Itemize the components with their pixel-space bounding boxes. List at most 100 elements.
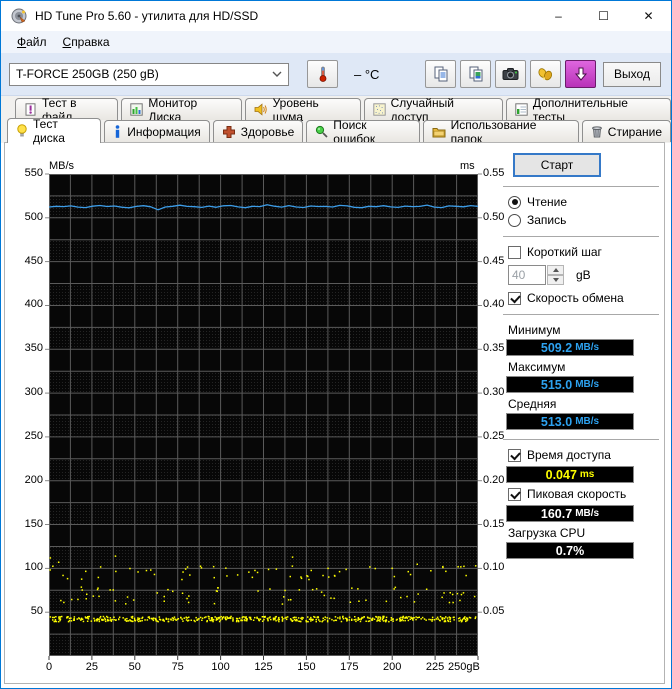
temperature-unit: °C <box>365 67 380 82</box>
trash-icon <box>591 125 603 138</box>
burst-rate-unit: MB/s <box>575 508 599 519</box>
drive-select-value: T-FORCE 250GB (250 gB) <box>16 67 159 81</box>
speaker-icon <box>254 103 268 116</box>
stepper-down-button[interactable] <box>547 275 564 285</box>
temperature-value: – <box>354 67 361 82</box>
menu-bar: Файл Справка <box>1 31 671 53</box>
read-mode-radio[interactable]: Чтение <box>508 195 661 209</box>
disk-monitor-icon <box>130 103 143 116</box>
arrow-down-icon <box>553 278 559 282</box>
close-button[interactable]: ✕ <box>626 1 671 31</box>
copy-text-icon <box>433 66 449 82</box>
arrow-up-icon <box>553 268 559 272</box>
health-cross-icon <box>222 125 236 139</box>
access-time-value-box: 0.047 ms <box>506 466 634 483</box>
maximum-unit: MB/s <box>575 379 599 390</box>
drive-select-dropdown[interactable]: T-FORCE 250GB (250 gB) <box>9 63 289 86</box>
short-stride-checkbox[interactable] <box>508 246 521 259</box>
donate-hands-icon <box>537 67 554 82</box>
transfer-rate-checkbox-row[interactable]: Скорость обмена <box>508 291 661 305</box>
burst-rate-label: Пиковая скорость <box>527 487 626 501</box>
minimum-value: 509.2 <box>541 341 572 355</box>
benchmark-plot <box>49 174 478 656</box>
temperature-readout: – °C <box>354 67 379 82</box>
tab-strip: Тест в файл Монитор Диска Уровень шума С… <box>1 96 671 143</box>
donate-button[interactable] <box>530 60 561 88</box>
short-stride-stepper: gB <box>508 265 661 285</box>
tab-disk-monitor[interactable]: Монитор Диска <box>121 98 241 120</box>
access-time-value: 0.047 <box>546 468 577 482</box>
radio-write[interactable] <box>508 214 521 227</box>
radio-read[interactable] <box>508 196 521 209</box>
short-stride-input[interactable] <box>508 265 546 285</box>
magnifier-icon <box>315 125 328 138</box>
y-right-axis-unit: ms <box>460 160 475 172</box>
info-icon <box>113 125 122 138</box>
temperature-button[interactable] <box>307 60 338 88</box>
burst-rate-checkbox[interactable] <box>508 488 521 501</box>
extra-tests-icon <box>515 103 528 116</box>
copy-text-button[interactable] <box>425 60 456 88</box>
burst-rate-value-box: 160.7 MB/s <box>506 505 634 522</box>
copy-image-icon <box>468 66 484 82</box>
camera-icon <box>502 67 519 81</box>
minimum-value-box: 509.2 MB/s <box>506 339 634 356</box>
tab-erase[interactable]: Стирание <box>582 120 671 142</box>
maximize-button[interactable]: ☐ <box>581 1 626 31</box>
radio-read-label: Чтение <box>527 195 567 209</box>
toolbar-icon-group <box>425 60 596 88</box>
separator <box>503 439 659 440</box>
tab-disk-test[interactable]: Тест диска <box>7 118 101 143</box>
start-button[interactable]: Старт <box>513 153 601 177</box>
cpu-usage-value-box: 0.7% <box>506 542 634 559</box>
lightbulb-icon <box>16 124 28 138</box>
screenshot-button[interactable] <box>495 60 526 88</box>
toolbar: T-FORCE 250GB (250 gB) – °C <box>1 53 671 96</box>
stepper-up-button[interactable] <box>547 265 564 275</box>
radio-write-label: Запись <box>527 213 566 227</box>
tab-folder-usage[interactable]: Использование папок <box>423 120 579 142</box>
tab-error-scan[interactable]: Поиск ошибок <box>306 120 419 142</box>
folder-icon <box>432 126 446 138</box>
access-time-checkbox-row[interactable]: Время доступа <box>508 448 661 462</box>
menu-help[interactable]: Справка <box>55 33 118 51</box>
transfer-rate-label: Скорость обмена <box>527 291 624 305</box>
average-unit: MB/s <box>575 416 599 427</box>
tab-health[interactable]: Здоровье <box>213 120 304 142</box>
separator <box>503 314 659 315</box>
short-stride-checkbox-row[interactable]: Короткий шаг <box>508 245 661 259</box>
cpu-usage-label: Загрузка CPU <box>508 526 661 540</box>
menu-file[interactable]: Файл <box>9 33 55 51</box>
burst-rate-checkbox-row[interactable]: Пиковая скорость <box>508 487 661 501</box>
update-download-button[interactable] <box>565 60 596 88</box>
short-stride-unit: gB <box>576 268 591 282</box>
tab-info[interactable]: Информация <box>104 120 209 142</box>
tab-label: Информация <box>127 125 200 139</box>
random-access-icon <box>373 103 386 116</box>
copy-image-button[interactable] <box>460 60 491 88</box>
minimum-unit: MB/s <box>575 342 599 353</box>
exit-button[interactable]: Выход <box>603 62 661 87</box>
tab-label: Стирание <box>608 125 662 139</box>
write-mode-radio[interactable]: Запись <box>508 213 661 227</box>
minimize-button[interactable]: – <box>536 1 581 31</box>
title-bar: HD Tune Pro 5.60 - утилита для HD/SSD – … <box>1 1 671 31</box>
average-label: Средняя <box>508 397 661 411</box>
access-time-checkbox[interactable] <box>508 449 521 462</box>
average-value: 513.0 <box>541 415 572 429</box>
cpu-usage-value: 0.7% <box>556 544 585 558</box>
window-title: HD Tune Pro 5.60 - утилита для HD/SSD <box>35 9 258 23</box>
maximum-value-box: 515.0 MB/s <box>506 376 634 393</box>
separator <box>503 186 659 187</box>
access-time-unit: ms <box>580 469 594 480</box>
separator <box>503 236 659 237</box>
short-stride-label: Короткий шаг <box>527 245 602 259</box>
burst-rate-value: 160.7 <box>541 507 572 521</box>
chevron-down-icon <box>272 71 282 77</box>
average-value-box: 513.0 MB/s <box>506 413 634 430</box>
download-arrow-icon <box>573 66 589 82</box>
y-left-axis-unit: MB/s <box>49 160 74 172</box>
thermometer-icon <box>315 65 331 83</box>
transfer-rate-checkbox[interactable] <box>508 292 521 305</box>
tab-label: Здоровье <box>241 125 295 139</box>
